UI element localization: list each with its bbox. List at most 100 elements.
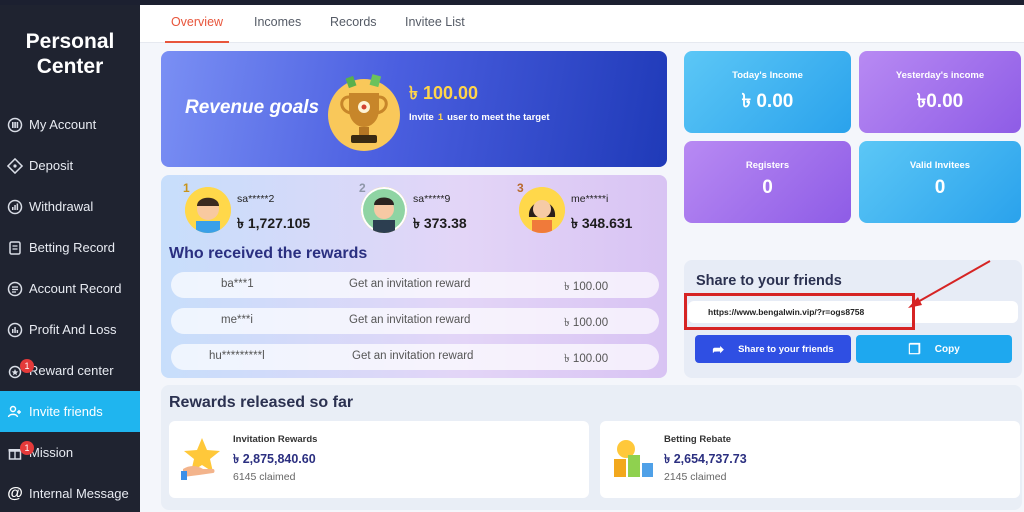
invitation-rewards-label: Invitation Rewards bbox=[233, 434, 318, 445]
account-record-icon bbox=[6, 280, 24, 298]
share-title: Share to your friends bbox=[696, 273, 842, 289]
revenue-goals-banner: Revenue goals ৳ 100.00 Invite 1 user to me… bbox=[161, 51, 667, 167]
betting-rebate-label: Betting Rebate bbox=[664, 434, 732, 445]
rewards-panel: 1 sa*****2 ৳ 1,727.105 2 sa*****9 ৳ 373.… bbox=[161, 175, 667, 378]
rewards-released-title: Rewards released so far bbox=[169, 394, 354, 411]
account-icon bbox=[6, 116, 24, 134]
goal-invite-count: 1 bbox=[437, 112, 444, 123]
invitation-rewards-card: Invitation Rewards ৳ 2,875,840.60 6145 c… bbox=[169, 421, 589, 498]
rank-medal: 3 bbox=[517, 181, 524, 195]
avatar bbox=[519, 187, 565, 233]
ranking-second: 2 sa*****9 ৳ 373.38 bbox=[359, 181, 521, 235]
sidebar-title-line2: Center bbox=[36, 55, 104, 78]
sidebar-item-reward-center[interactable]: 1 Reward center bbox=[0, 350, 140, 391]
sidebar-item-account-record[interactable]: Account Record bbox=[0, 268, 140, 309]
sidebar-item-invite-friends[interactable]: Invite friends bbox=[0, 391, 140, 432]
avatar bbox=[185, 187, 231, 233]
goal-sub-suffix: user to meet the target bbox=[447, 112, 550, 123]
valid-invitees-label: Valid Invitees bbox=[909, 160, 971, 171]
sidebar-item-deposit[interactable]: Deposit bbox=[0, 145, 140, 186]
rank-username: me*****i bbox=[571, 193, 609, 205]
reward-amount: ৳ 100.00 bbox=[564, 353, 609, 365]
invitation-rewards-claimed: 6145 claimed bbox=[233, 471, 296, 483]
reward-desc: Get an invitation reward bbox=[349, 314, 471, 326]
reward-desc: Get an invitation reward bbox=[349, 278, 471, 290]
sidebar-item-profit-and-loss[interactable]: Profit And Loss bbox=[0, 309, 140, 350]
yesterday-income-value: ৳0.00 bbox=[916, 91, 964, 112]
copy-button-label: Copy bbox=[934, 343, 960, 355]
sidebar-item-internal-message[interactable]: @ Internal Message bbox=[0, 473, 140, 512]
share-button-label: Share to your friends bbox=[738, 343, 834, 355]
reward-user: hu*********l bbox=[209, 350, 265, 362]
mission-icon: 1 bbox=[6, 440, 34, 462]
sidebar-item-betting-record[interactable]: Betting Record bbox=[0, 227, 140, 268]
notification-badge: 1 bbox=[20, 440, 34, 455]
yesterday-income-card: Yesterday's income ৳0.00 bbox=[859, 51, 1021, 133]
reward-row: me***i Get an invitation reward ৳ 100.00 bbox=[171, 308, 659, 334]
tab-incomes[interactable]: Incomes bbox=[254, 5, 301, 43]
rank-medal: 2 bbox=[359, 181, 366, 195]
valid-invitees-value: 0 bbox=[934, 177, 946, 198]
reward-row: ba***1 Get an invitation reward ৳ 100.00 bbox=[171, 272, 659, 298]
goal-sub-prefix: Invite bbox=[409, 112, 434, 123]
sidebar-item-mission[interactable]: 1 Mission bbox=[0, 432, 140, 473]
sidebar-item-label: Withdrawal bbox=[29, 199, 94, 214]
reward-icon: 1 bbox=[6, 358, 34, 380]
sidebar-item-label: Reward center bbox=[29, 363, 114, 378]
sidebar-item-label: Invite friends bbox=[29, 404, 103, 419]
rank-username: sa*****9 bbox=[413, 193, 451, 205]
today-income-label: Today's Income bbox=[732, 70, 803, 81]
sidebar-title-line1: Personal bbox=[25, 30, 115, 53]
who-received-title: Who received the rewards bbox=[169, 245, 368, 262]
ranking-third: 3 me*****i ৳ 348.631 bbox=[517, 181, 679, 235]
registers-card: Registers 0 bbox=[684, 141, 851, 223]
ranking-first: 1 sa*****2 ৳ 1,727.105 bbox=[183, 181, 345, 235]
invite-icon bbox=[6, 403, 24, 421]
rank-username: sa*****2 bbox=[237, 193, 275, 205]
betting-record-icon bbox=[6, 239, 24, 257]
sidebar-item-label: Internal Message bbox=[29, 486, 129, 501]
today-income-card: Today's Income ৳ 0.00 bbox=[684, 51, 851, 133]
sidebar: Personal Center My Account Deposit Withd… bbox=[0, 5, 140, 512]
reward-user: me***i bbox=[221, 314, 253, 326]
betting-rebate-claimed: 2145 claimed bbox=[664, 471, 727, 483]
message-icon: @ bbox=[7, 484, 23, 502]
reward-row: hu*********l Get an invitation reward ৳ … bbox=[171, 344, 659, 370]
revenue-goal-subtitle: Invite 1 user to meet the target bbox=[409, 112, 550, 123]
annotation-arrow bbox=[908, 260, 991, 308]
sidebar-item-label: My Account bbox=[29, 117, 97, 132]
today-income-value: ৳ 0.00 bbox=[741, 91, 794, 112]
copy-button[interactable]: ❐ Copy bbox=[856, 335, 1012, 363]
sidebar-item-label: Profit And Loss bbox=[29, 322, 117, 337]
tab-bar: Overview Incomes Records Invitee List bbox=[140, 5, 1024, 43]
sidebar-item-withdrawal[interactable]: Withdrawal bbox=[0, 186, 140, 227]
sidebar-title: Personal Center bbox=[0, 29, 140, 79]
valid-invitees-card: Valid Invitees 0 bbox=[859, 141, 1021, 223]
sidebar-item-label: Mission bbox=[29, 445, 74, 460]
rank-amount: ৳ 1,727.105 bbox=[237, 215, 311, 231]
sidebar-item-my-account[interactable]: My Account bbox=[0, 104, 140, 145]
tab-records[interactable]: Records bbox=[330, 5, 377, 43]
reward-amount: ৳ 100.00 bbox=[564, 281, 609, 293]
tab-invitee-list[interactable]: Invitee List bbox=[405, 5, 465, 43]
tab-overview[interactable]: Overview bbox=[165, 5, 229, 43]
sidebar-item-label: Account Record bbox=[29, 281, 122, 296]
yesterday-income-label: Yesterday's income bbox=[895, 70, 985, 81]
share-icon: ➦ bbox=[712, 340, 725, 357]
trophy-icon bbox=[328, 74, 400, 151]
revenue-goal-amount: ৳ 100.00 bbox=[409, 83, 479, 103]
betting-rebate-card: Betting Rebate ৳ 2,654,737.73 2145 claim… bbox=[600, 421, 1020, 498]
registers-value: 0 bbox=[762, 177, 773, 198]
registers-label: Registers bbox=[745, 160, 790, 171]
avatar bbox=[361, 187, 407, 233]
coins-icon bbox=[614, 440, 653, 477]
share-to-friends-button[interactable]: ➦ Share to your friends bbox=[695, 335, 851, 363]
revenue-goals-title: Revenue goals bbox=[185, 97, 320, 118]
rewards-released-panel: Rewards released so far Invitation Rewar… bbox=[161, 385, 1022, 510]
reward-user: ba***1 bbox=[221, 278, 254, 290]
notification-badge: 1 bbox=[20, 358, 34, 373]
rank-amount: ৳ 373.38 bbox=[413, 215, 467, 231]
invitation-rewards-amount: ৳ 2,875,840.60 bbox=[233, 452, 316, 466]
reward-amount: ৳ 100.00 bbox=[564, 317, 609, 329]
copy-icon: ❐ bbox=[908, 340, 921, 357]
